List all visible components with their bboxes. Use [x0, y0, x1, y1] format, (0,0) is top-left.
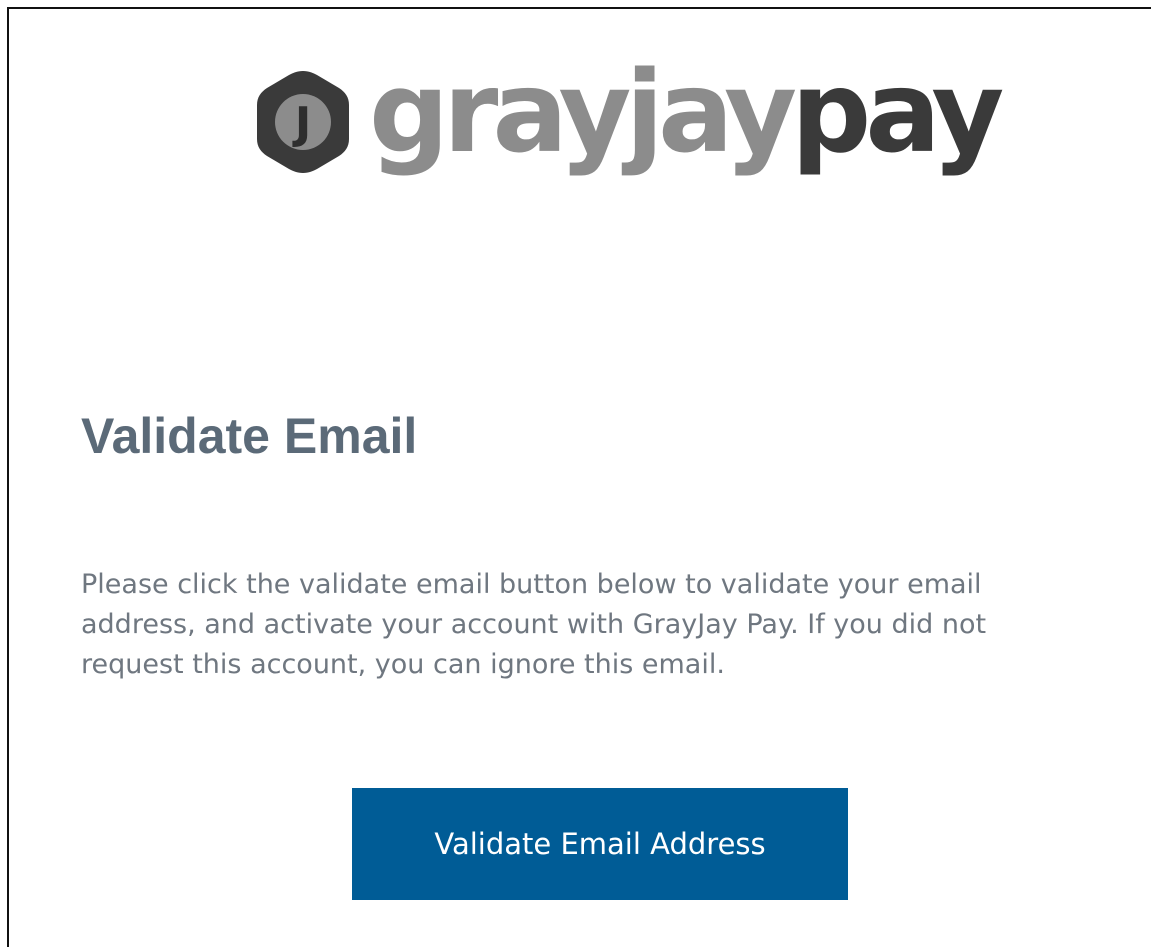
logo-badge-letter: J [292, 98, 311, 149]
grayjaypay-logo: J grayjaypay [253, 57, 1004, 187]
logo-word-pay: pay [791, 48, 1004, 178]
logo-word-grayjay: grayjay [369, 48, 797, 178]
email-frame: J grayjaypay Validate Email Please click… [7, 7, 1151, 947]
validate-email-button[interactable]: Validate Email Address [352, 788, 848, 900]
page-title: Validate Email [81, 408, 418, 464]
logo-wordmark: grayjaypay [369, 57, 1004, 169]
hexagon-j-logo-icon: J [257, 71, 349, 173]
email-body-text: Please click the validate email button b… [81, 569, 987, 680]
